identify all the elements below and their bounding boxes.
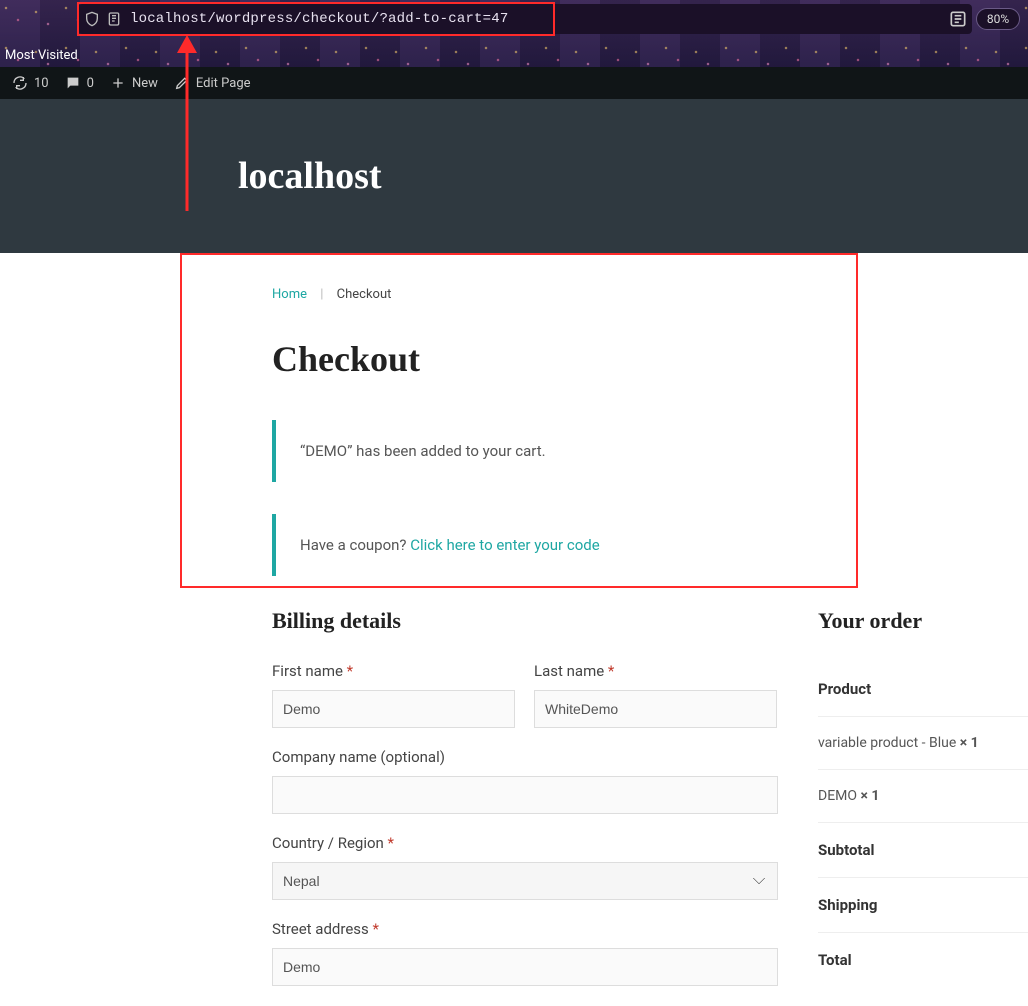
last-name-input[interactable] [534,690,777,728]
first-name-input[interactable] [272,690,515,728]
pencil-icon [174,75,190,91]
cart-added-text: “DEMO” has been added to your cart. [300,442,546,460]
reader-mode-icon[interactable] [948,9,968,29]
breadcrumb-sep: | [320,287,323,302]
street-label: Street address * [272,920,778,938]
wp-updates-count: 10 [34,76,49,91]
wp-edit-label: Edit Page [196,76,251,91]
order-shipping: Shipping [818,878,1028,933]
order-heading: Your order [818,608,1028,634]
last-name-row: Last name * [534,662,777,728]
most-visited-label[interactable]: Most Visited [5,48,78,63]
country-label: Country / Region * [272,834,778,852]
order-item: variable product - Blue × 1 [818,717,1028,770]
wp-comments-count: 0 [87,76,94,91]
checkout-columns: Billing details First name * Last name *… [272,608,1028,1006]
order-table: Product variable product - Blue × 1 DEMO… [818,662,1028,987]
country-select[interactable]: Nepal [272,862,778,900]
page-band: Home | Checkout Checkout “DEMO” has been… [0,253,1028,1006]
wp-new-label: New [132,76,158,91]
breadcrumb-current: Checkout [337,287,392,302]
company-row: Company name (optional) [272,748,778,814]
billing-heading: Billing details [272,608,778,634]
order-item-qty: × 1 [860,788,879,804]
plus-icon [110,75,126,91]
breadcrumb: Home | Checkout [272,287,1028,302]
wp-updates[interactable]: 10 [12,75,49,91]
coupon-link[interactable]: Click here to enter your code [410,536,599,554]
page-title: Checkout [272,338,1028,380]
site-title[interactable]: localhost [238,154,382,198]
order-item-name: DEMO [818,788,860,804]
company-input[interactable] [272,776,778,814]
url-text[interactable]: localhost/wordpress/checkout/?add-to-car… [130,11,966,27]
order-section: Your order Product variable product - Bl… [818,608,1028,1006]
site-header: localhost [0,99,1028,253]
breadcrumb-home[interactable]: Home [272,287,307,302]
order-total: Total [818,933,1028,987]
wp-new[interactable]: New [110,75,158,91]
comment-icon [65,75,81,91]
zoom-badge[interactable]: 80% [976,8,1020,30]
order-item: DEMO × 1 [818,770,1028,823]
country-row: Country / Region * Nepal [272,834,778,900]
company-label: Company name (optional) [272,748,778,766]
order-subtotal: Subtotal [818,823,1028,878]
order-product-header: Product [818,662,1028,717]
street-input[interactable] [272,948,778,986]
wp-edit-page[interactable]: Edit Page [174,75,251,91]
browser-chrome: localhost/wordpress/checkout/?add-to-car… [0,0,1028,67]
page-icon [106,11,122,27]
wp-comments[interactable]: 0 [65,75,94,91]
refresh-icon [12,75,28,91]
last-name-label: Last name * [534,662,777,680]
street-row: Street address * [272,920,778,986]
page-content: Home | Checkout Checkout “DEMO” has been… [272,253,1028,1006]
cart-added-notice: “DEMO” has been added to your cart. [272,420,1028,482]
coupon-notice: Have a coupon? Click here to enter your … [272,514,1028,576]
first-name-row: First name * [272,662,515,728]
wp-admin-bar: 10 0 New Edit Page [0,67,1028,99]
shield-icon[interactable] [84,11,100,27]
first-name-label: First name * [272,662,515,680]
coupon-prompt: Have a coupon? [300,536,410,554]
order-item-name: variable product - Blue [818,735,960,751]
order-item-qty: × 1 [960,735,979,751]
url-icons [84,11,122,27]
url-bar[interactable]: localhost/wordpress/checkout/?add-to-car… [78,4,972,34]
billing-section: Billing details First name * Last name *… [272,608,778,1006]
